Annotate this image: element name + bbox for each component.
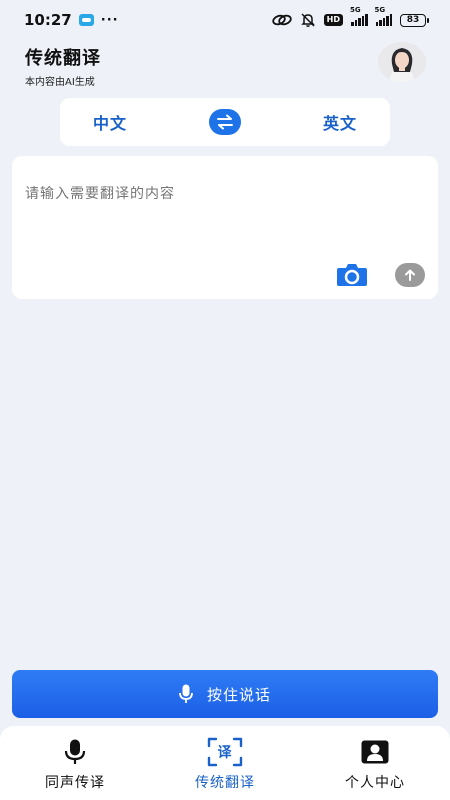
status-icons: HD 5G 5G 83 bbox=[271, 6, 429, 28]
page-title: 传统翻译 bbox=[25, 48, 101, 69]
signal-icon-2: 5G bbox=[375, 6, 392, 26]
camera-icon bbox=[337, 264, 367, 286]
swap-languages-button[interactable] bbox=[209, 109, 241, 135]
target-language[interactable]: 英文 bbox=[323, 110, 357, 134]
profile-icon bbox=[361, 738, 389, 766]
sig2-label: 5G bbox=[374, 6, 386, 14]
signal-icon-1: 5G bbox=[350, 6, 368, 26]
status-bar: 10:27 ··· HD 5G 5G 83 bbox=[0, 0, 450, 40]
source-language[interactable]: 中文 bbox=[93, 110, 127, 134]
microphone-icon bbox=[64, 738, 86, 766]
translate-icon-char: 译 bbox=[218, 745, 233, 761]
cloud-icon bbox=[78, 14, 94, 26]
status-time: 10:27 bbox=[24, 11, 72, 29]
hd-badge: HD bbox=[323, 14, 343, 26]
arrow-up-icon bbox=[405, 269, 415, 281]
language-selector: 中文 英文 bbox=[60, 98, 390, 146]
translation-input-card bbox=[12, 156, 438, 299]
push-to-talk-button[interactable]: 按住说话 bbox=[12, 670, 438, 718]
mute-bell-icon bbox=[300, 12, 316, 28]
link-icon bbox=[271, 14, 292, 26]
camera-button[interactable] bbox=[336, 262, 368, 288]
battery-icon: 83 bbox=[400, 13, 429, 27]
nav-label: 个人中心 bbox=[345, 775, 405, 791]
microphone-icon bbox=[179, 684, 193, 703]
translate-icon: 译 bbox=[207, 737, 243, 767]
nav-traditional-translation[interactable]: 译 传统翻译 bbox=[150, 726, 300, 800]
submit-button[interactable] bbox=[395, 263, 425, 287]
nav-label: 传统翻译 bbox=[195, 775, 255, 791]
avatar[interactable] bbox=[378, 42, 426, 82]
bottom-nav: 同声传译 译 传统翻译 个人中心 bbox=[0, 726, 450, 800]
nav-simultaneous-interpretation[interactable]: 同声传译 bbox=[0, 726, 150, 800]
ai-disclaimer: 本内容由AI生成 bbox=[25, 77, 95, 88]
more-notifications-icon: ··· bbox=[100, 12, 119, 28]
nav-profile[interactable]: 个人中心 bbox=[300, 726, 450, 800]
translation-input[interactable] bbox=[25, 186, 425, 202]
push-to-talk-label: 按住说话 bbox=[206, 685, 271, 704]
swap-icon bbox=[217, 114, 233, 130]
nav-label: 同声传译 bbox=[45, 775, 105, 791]
header: 传统翻译 本内容由AI生成 bbox=[25, 44, 101, 88]
sig1-label: 5G bbox=[350, 6, 361, 14]
